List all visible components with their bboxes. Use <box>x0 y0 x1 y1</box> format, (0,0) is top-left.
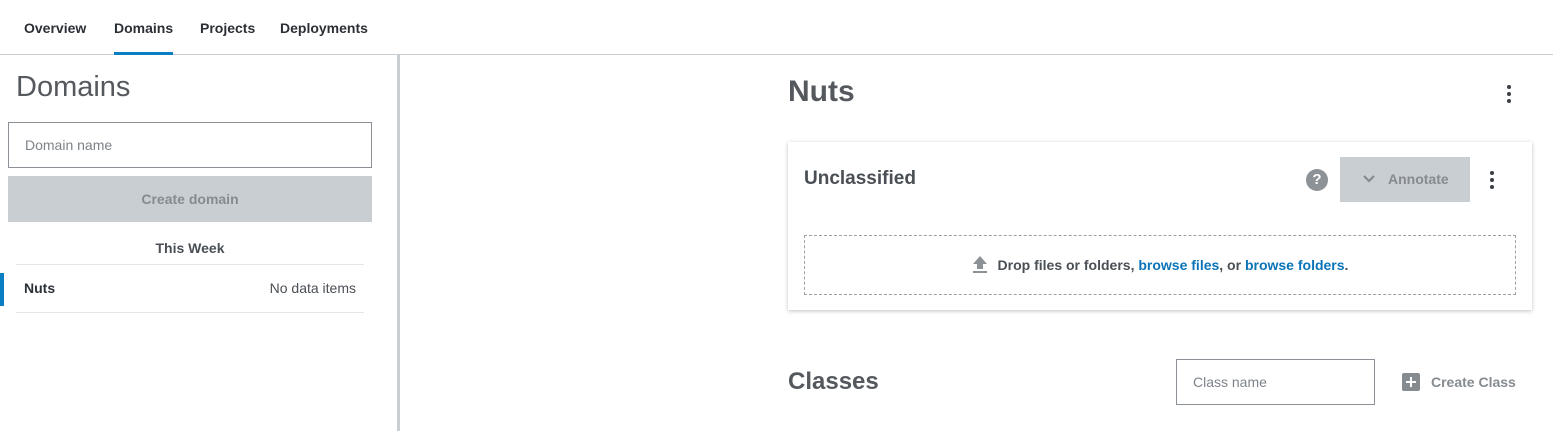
domain-item-count: No data items <box>269 280 356 296</box>
card-kebab-menu-icon[interactable] <box>1482 168 1502 192</box>
plus-icon <box>1402 373 1420 391</box>
tab-projects[interactable]: Projects <box>200 0 255 55</box>
chevron-down-icon <box>1363 175 1375 183</box>
top-nav: Overview Domains Projects Deployments <box>0 0 1553 55</box>
row-divider <box>16 312 364 313</box>
annotate-button[interactable]: Annotate <box>1340 157 1470 202</box>
domain-list-item[interactable]: Nuts No data items <box>0 266 364 313</box>
create-class-label: Create Class <box>1431 374 1516 390</box>
dropzone-text: Drop files or folders, <box>997 257 1139 273</box>
help-icon[interactable]: ? <box>1306 169 1328 191</box>
create-domain-button[interactable]: Create domain <box>8 176 372 222</box>
browse-files-link[interactable]: browse files <box>1138 257 1219 273</box>
dropzone-text-suffix: . <box>1344 257 1349 273</box>
domain-name-input[interactable] <box>8 122 372 168</box>
upload-icon <box>972 256 987 274</box>
unclassified-card: Unclassified ? Annotate Drop files or fo… <box>788 142 1532 310</box>
panel-divider[interactable] <box>397 55 400 431</box>
page-title: Nuts <box>788 75 855 108</box>
file-dropzone[interactable]: Drop files or folders, browse files, or … <box>804 235 1516 295</box>
dropzone-text-middle: , or <box>1219 257 1245 273</box>
group-label-this-week: This Week <box>16 231 364 265</box>
card-title: Unclassified <box>804 168 916 189</box>
annotate-label: Annotate <box>1388 171 1449 187</box>
tab-domains[interactable]: Domains <box>114 0 174 55</box>
tab-deployments[interactable]: Deployments <box>280 0 368 55</box>
sidebar-title: Domains <box>16 71 131 103</box>
class-name-input[interactable] <box>1176 359 1375 405</box>
browse-folders-link[interactable]: browse folders <box>1245 257 1345 273</box>
tab-overview[interactable]: Overview <box>24 0 86 55</box>
selected-indicator <box>0 273 4 306</box>
domain-name: Nuts <box>24 280 56 296</box>
domains-sidebar: Domains Create domain This Week Nuts No … <box>0 55 397 431</box>
kebab-menu-icon[interactable] <box>1499 82 1519 106</box>
classes-title: Classes <box>788 368 879 395</box>
